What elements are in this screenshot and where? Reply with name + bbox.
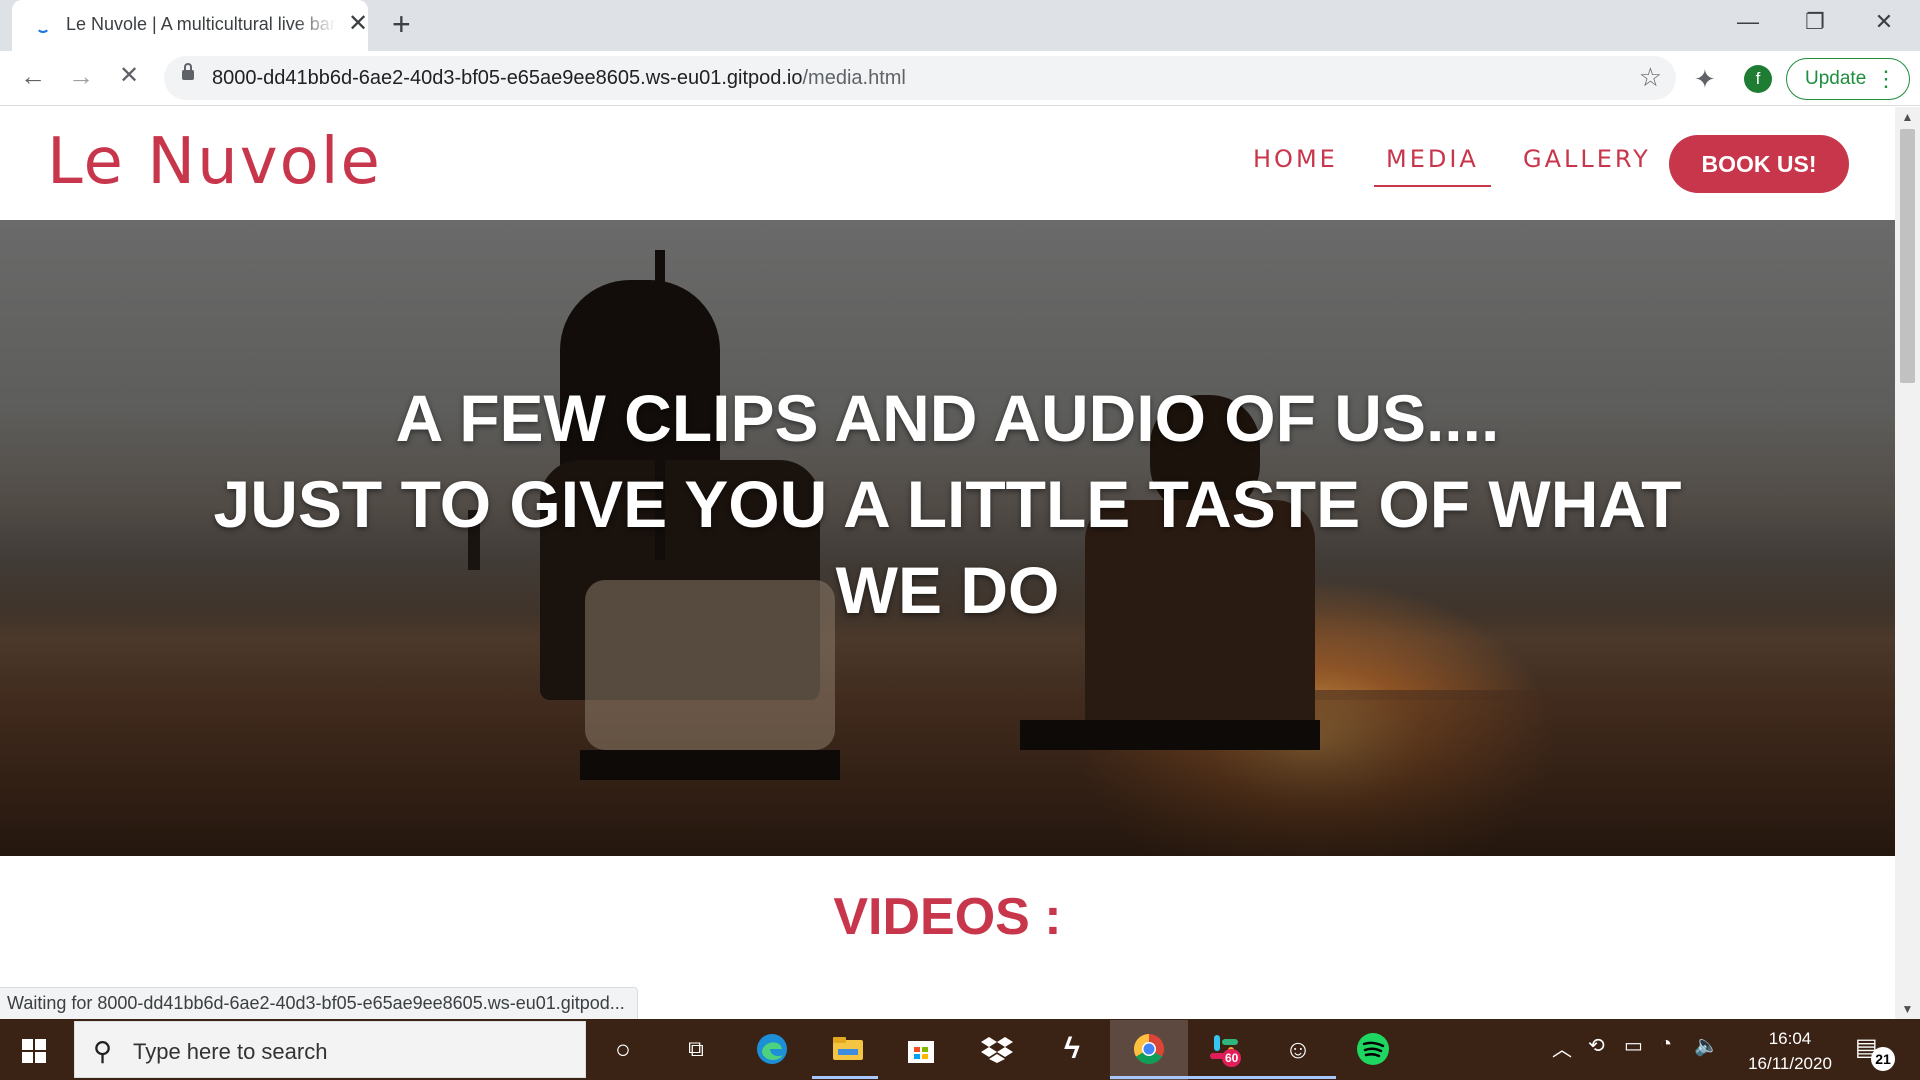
page-scrollbar[interactable]: ▲ ▼	[1895, 107, 1920, 1019]
notification-count: 21	[1871, 1047, 1895, 1071]
guitarist-stool	[1020, 720, 1320, 750]
nav-media[interactable]: MEDIA	[1374, 145, 1491, 187]
page-viewport: Le Nuvole HOME MEDIA GALLERY BOOK US! A …	[0, 107, 1895, 1019]
minimize-button[interactable]: —	[1733, 10, 1763, 34]
wifi-icon[interactable]: ◔	[1660, 1033, 1672, 1056]
browser-toolbar: ← → ✕ 8000-dd41bb6d-6ae2-40d3-bf05-e65ae…	[0, 51, 1920, 106]
status-bubble: Waiting for 8000-dd41bb6d-6ae2-40d3-bf05…	[0, 987, 638, 1019]
dropbox-icon[interactable]	[979, 1031, 1015, 1067]
menu-dots-icon[interactable]: ⋮	[1875, 59, 1897, 99]
tab-close-icon[interactable]: ✕	[348, 12, 368, 36]
task-view-icon[interactable]: ⧉	[678, 1031, 714, 1067]
update-button[interactable]: Update ⋮	[1786, 58, 1910, 100]
address-bar[interactable]: 8000-dd41bb6d-6ae2-40d3-bf05-e65ae9ee860…	[164, 56, 1676, 100]
url-text[interactable]: 8000-dd41bb6d-6ae2-40d3-bf05-e65ae9ee860…	[212, 67, 906, 90]
scroll-thumb[interactable]	[1900, 129, 1915, 383]
clock-date: 16/11/2020	[1748, 1054, 1832, 1073]
book-us-button[interactable]: BOOK US!	[1669, 135, 1849, 193]
new-tab-button[interactable]: +	[392, 8, 411, 40]
s-app-icon[interactable]: ϟ	[1054, 1031, 1090, 1067]
search-icon: ⚲	[93, 1036, 113, 1066]
smiley-running-indicator	[1258, 1076, 1336, 1079]
forward-button[interactable]: →	[64, 61, 98, 91]
explorer-running-indicator	[812, 1076, 878, 1079]
cellist-stool	[580, 750, 840, 780]
taskbar-clock[interactable]: 16:04 16/11/2020	[1730, 1026, 1850, 1076]
battery-icon[interactable]: ▭	[1624, 1033, 1643, 1058]
scroll-up-arrow-icon[interactable]: ▲	[1895, 107, 1920, 127]
hero-line-1: A FEW CLIPS AND AUDIO OF US....	[395, 381, 1500, 455]
restore-button[interactable]: ❐	[1800, 10, 1830, 34]
tab-title: Le Nuvole | A multicultural live band	[66, 14, 336, 34]
scroll-down-arrow-icon[interactable]: ▼	[1895, 999, 1920, 1019]
chrome-icon[interactable]	[1131, 1031, 1167, 1067]
search-placeholder: Type here to search	[133, 1039, 328, 1064]
videos-heading: VIDEOS :	[833, 888, 1062, 946]
site-logo[interactable]: Le Nuvole	[47, 125, 382, 199]
spotify-icon[interactable]	[1355, 1031, 1391, 1067]
url-host: 8000-dd41bb6d-6ae2-40d3-bf05-e65ae9ee860…	[212, 67, 803, 89]
volume-icon[interactable]: 🔈	[1694, 1033, 1719, 1058]
hero-sand	[0, 690, 1895, 856]
hero-banner: A FEW CLIPS AND AUDIO OF US.... JUST TO …	[0, 220, 1895, 856]
bookmark-star-icon[interactable]: ☆	[1639, 62, 1662, 93]
clock-time: 16:04	[1768, 1029, 1812, 1048]
chrome-running-indicator	[1110, 1076, 1188, 1079]
nav-home[interactable]: HOME	[1253, 145, 1338, 173]
update-label: Update	[1805, 68, 1867, 89]
tray-overflow-chevron-icon[interactable]: ︿	[1552, 1033, 1572, 1062]
tab-strip: Le Nuvole | A multicultural live band ✕ …	[0, 0, 1920, 51]
browser-tab[interactable]: Le Nuvole | A multicultural live band ✕	[12, 0, 368, 51]
windows-start-icon[interactable]	[22, 1039, 46, 1063]
back-button[interactable]: ←	[16, 61, 50, 91]
taskbar-search-box[interactable]: ⚲ Type here to search	[74, 1021, 586, 1078]
action-center-icon[interactable]: ▤ 21	[1855, 1033, 1895, 1071]
windows-taskbar: ⚲ Type here to search ○ ⧉ ϟ 60 ☺ ︿ ⟲ ▭ ◔…	[0, 1019, 1920, 1080]
smiley-app-icon[interactable]: ☺	[1280, 1031, 1316, 1067]
url-path: /media.html	[802, 67, 906, 89]
close-window-button[interactable]: ✕	[1869, 10, 1899, 34]
site-header: Le Nuvole HOME MEDIA GALLERY BOOK US!	[0, 107, 1895, 220]
stop-loading-button[interactable]: ✕	[112, 61, 146, 91]
slack-running-indicator	[1186, 1076, 1264, 1079]
hero-line-2: JUST TO GIVE YOU A LITTLE TASTE OF WHAT …	[213, 467, 1682, 627]
nav-gallery[interactable]: GALLERY	[1523, 145, 1651, 173]
lock-icon	[182, 63, 194, 80]
profile-avatar[interactable]: f	[1744, 65, 1772, 93]
file-explorer-icon[interactable]	[830, 1031, 866, 1067]
tray-sync-icon[interactable]: ⟲	[1588, 1033, 1605, 1058]
hero-heading: A FEW CLIPS AND AUDIO OF US.... JUST TO …	[0, 375, 1895, 633]
loading-spinner-icon	[36, 19, 50, 33]
extensions-puzzle-icon[interactable]: ✦	[1694, 64, 1716, 95]
edge-icon[interactable]	[754, 1031, 790, 1067]
cortana-icon[interactable]: ○	[605, 1031, 641, 1067]
store-icon[interactable]	[903, 1031, 939, 1067]
